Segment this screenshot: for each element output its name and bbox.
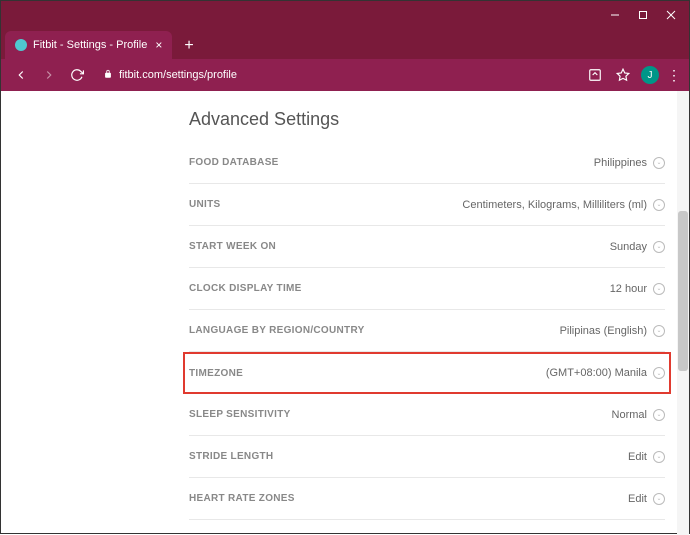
browser-address-bar: fitbit.com/settings/profile J ⋮ xyxy=(1,59,689,91)
chevron-down-icon: ⌄ xyxy=(653,493,665,505)
actions-row: Delete Account Submit xyxy=(189,520,665,535)
row-label: CLOCK DISPLAY TIME xyxy=(189,283,302,294)
scrollbar[interactable] xyxy=(677,91,689,535)
row-value: (GMT+08:00) Manila⌄ xyxy=(546,367,665,379)
row-value: Philippines⌄ xyxy=(594,157,665,169)
profile-avatar[interactable]: J xyxy=(641,66,659,84)
row-value: 12 hour⌄ xyxy=(610,283,665,295)
bookmark-icon[interactable] xyxy=(613,65,633,85)
chevron-down-icon: ⌄ xyxy=(653,367,665,379)
row-value: Edit⌄ xyxy=(628,493,665,505)
row-label: SLEEP SENSITIVITY xyxy=(189,409,291,420)
row-label: HEART RATE ZONES xyxy=(189,493,295,504)
chevron-down-icon: ⌄ xyxy=(653,451,665,463)
chevron-down-icon: ⌄ xyxy=(653,409,665,421)
chevron-down-icon: ⌄ xyxy=(653,241,665,253)
scrollbar-thumb[interactable] xyxy=(678,211,688,371)
chevron-down-icon: ⌄ xyxy=(653,283,665,295)
row-sleep-sensitivity[interactable]: SLEEP SENSITIVITY Normal⌄ xyxy=(189,394,665,436)
section-title: Advanced Settings xyxy=(189,91,665,142)
row-stride-length[interactable]: STRIDE LENGTH Edit⌄ xyxy=(189,436,665,478)
window-minimize-button[interactable] xyxy=(601,4,629,26)
chevron-down-icon: ⌄ xyxy=(653,157,665,169)
row-label: STRIDE LENGTH xyxy=(189,451,273,462)
row-value: Edit⌄ xyxy=(628,451,665,463)
browser-tab[interactable]: Fitbit - Settings - Profile × xyxy=(5,31,172,59)
settings-content: Advanced Settings FOOD DATABASE Philippi… xyxy=(189,91,665,535)
row-value: Pilipinas (English)⌄ xyxy=(560,325,665,337)
browser-tab-bar: Fitbit - Settings - Profile × + xyxy=(1,29,689,59)
tab-title: Fitbit - Settings - Profile xyxy=(33,39,147,51)
row-food-database[interactable]: FOOD DATABASE Philippines⌄ xyxy=(189,142,665,184)
row-units[interactable]: UNITS Centimeters, Kilograms, Milliliter… xyxy=(189,184,665,226)
row-language[interactable]: LANGUAGE BY REGION/COUNTRY Pilipinas (En… xyxy=(189,310,665,352)
row-clock-display[interactable]: CLOCK DISPLAY TIME 12 hour⌄ xyxy=(189,268,665,310)
browser-menu-button[interactable]: ⋮ xyxy=(667,67,681,84)
url-field[interactable]: fitbit.com/settings/profile xyxy=(103,64,571,86)
row-label: FOOD DATABASE xyxy=(189,157,279,168)
address-bar-actions: J ⋮ xyxy=(585,65,681,85)
lock-icon xyxy=(103,69,113,82)
reload-button[interactable] xyxy=(65,63,89,87)
row-label: START WEEK ON xyxy=(189,241,276,252)
row-label: LANGUAGE BY REGION/COUNTRY xyxy=(189,325,365,336)
row-heart-rate-zones[interactable]: HEART RATE ZONES Edit⌄ xyxy=(189,478,665,520)
tab-favicon xyxy=(15,39,27,51)
row-timezone[interactable]: TIMEZONE (GMT+08:00) Manila⌄ xyxy=(183,352,671,394)
new-tab-button[interactable]: + xyxy=(184,37,193,59)
url-text: fitbit.com/settings/profile xyxy=(119,69,237,81)
close-icon[interactable]: × xyxy=(155,38,162,52)
row-value: Centimeters, Kilograms, Milliliters (ml)… xyxy=(462,199,665,211)
forward-button[interactable] xyxy=(37,63,61,87)
chevron-down-icon: ⌄ xyxy=(653,199,665,211)
chevron-down-icon: ⌄ xyxy=(653,325,665,337)
window-close-button[interactable] xyxy=(657,4,685,26)
window-titlebar xyxy=(1,1,689,29)
row-label: UNITS xyxy=(189,199,221,210)
row-value: Normal⌄ xyxy=(612,409,665,421)
back-button[interactable] xyxy=(9,63,33,87)
share-icon[interactable] xyxy=(585,65,605,85)
page-viewport: Advanced Settings FOOD DATABASE Philippi… xyxy=(1,91,689,535)
row-value: Sunday⌄ xyxy=(610,241,665,253)
window-maximize-button[interactable] xyxy=(629,4,657,26)
row-start-week[interactable]: START WEEK ON Sunday⌄ xyxy=(189,226,665,268)
row-label: TIMEZONE xyxy=(189,368,243,379)
